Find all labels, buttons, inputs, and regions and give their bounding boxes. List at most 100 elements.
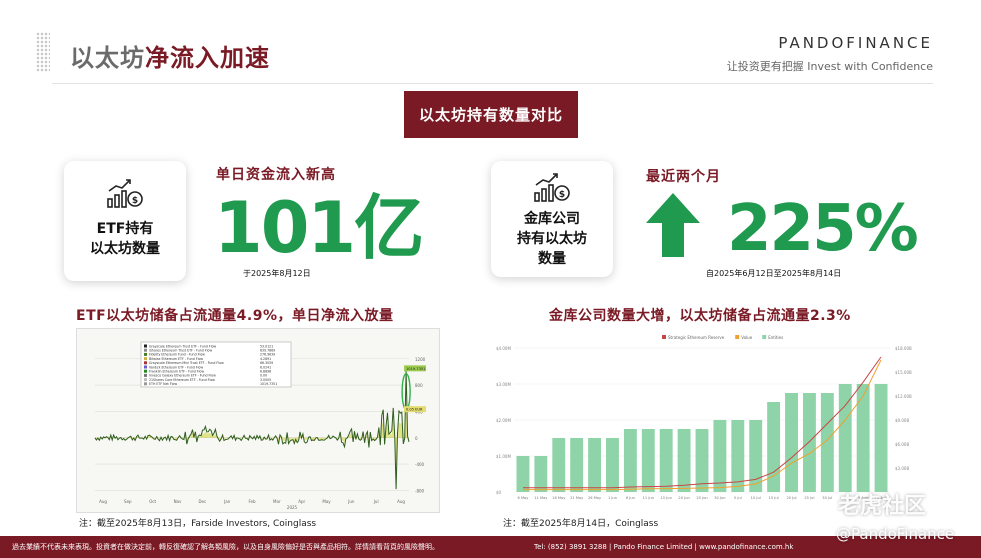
x-tick-label: 20 Jun (678, 496, 689, 500)
callout-label: 0.05 EUR (406, 408, 423, 412)
brand-logo: PANDOFINANCE (778, 34, 933, 52)
x-tick-label: 5 Jul (734, 496, 742, 500)
x-tick-label: Aug (397, 499, 405, 504)
section-banner: 以太坊持有数量对比 (404, 91, 578, 138)
legend-swatch (662, 335, 666, 339)
legend-swatch (144, 365, 147, 369)
entity-bar (623, 429, 637, 492)
treasury-holding-card: $ 金库公司 持有以太坊 数量 (491, 161, 613, 277)
x-tick-label: 1 Jun (608, 496, 617, 500)
x-tick-label: Feb (248, 499, 256, 504)
right-chart-title: 金库公司数量大增，以太坊储备占流通量2.3% (549, 308, 851, 324)
right-stat-label: 最近两个月 (646, 169, 721, 185)
y-left-tick-label: $4.00M (496, 346, 511, 351)
money-growth-icon: $ (107, 179, 143, 208)
entity-bar (820, 393, 834, 492)
watermark-text: 老虎社区 (838, 494, 927, 519)
left-source-note: 注：截至2025年8月13日，Farside Investors, Coingl… (79, 519, 317, 529)
page-title: 以太坊净流入加速 (70, 38, 270, 73)
entity-bar (570, 438, 584, 492)
treasury-chart: $4.00M $3.00M $2.00M $1.00M $0 $18.00B $15.00B… (494, 330, 916, 511)
x-tick-label: 6 Jun (626, 496, 635, 500)
x-tick-label: 21 May (570, 496, 584, 500)
legend-swatch (144, 348, 147, 352)
legend-swatch (144, 344, 147, 348)
x-tick-label: 15 Jul (769, 496, 779, 500)
brand-tagline: 让投资更有把握 Invest with Confidence (726, 60, 933, 73)
legend-swatch (144, 361, 147, 365)
right-stat-date: 自2025年6月12日至2025年8月14日 (706, 269, 842, 278)
svg-text:$: $ (559, 190, 565, 200)
y-left-tick-label: $3.00M (496, 382, 511, 387)
y-tick-label: 800 (415, 383, 423, 388)
x-tick-label: 26 May (588, 496, 602, 500)
right-source-note: 注：截至2025年8月14日，Coinglass (503, 519, 659, 529)
y-right-tick-label: $15.00B (895, 370, 912, 375)
entity-bar (606, 438, 619, 492)
y-right-tick-label: $3.00B (895, 466, 909, 471)
y-tick-label: -800 (415, 488, 425, 493)
entity-bar (588, 438, 602, 492)
legend-swatch (144, 357, 147, 361)
x-tick-label: 11 May (534, 496, 548, 500)
entity-bar (874, 384, 888, 492)
page-title-part1: 以太坊 (70, 44, 145, 72)
treasury-chart-svg: $4.00M $3.00M $2.00M $1.00M $0 $18.00B $15.00B… (494, 330, 916, 511)
etf-flow-chart: 12008004000-400-8001019.73510.05 EURAugS… (76, 328, 440, 513)
left-chart-title: ETF以太坊储备占流通量4.9%，单日净流入放量 (76, 308, 394, 324)
entity-bar (695, 429, 709, 492)
etf-holding-card: $ ETF持有 以太坊数量 (64, 161, 186, 281)
header-divider (52, 83, 933, 84)
legend-value: 1019.7351 (260, 382, 277, 386)
etf-flow-chart-svg: 12008004000-400-8001019.73510.05 EURAugS… (77, 329, 439, 512)
footer-contact: Tel: (852) 3891 3288 | Pando Finance Lim… (534, 543, 794, 551)
legend-label: Strategic Ethereum Reserve (668, 335, 725, 340)
x-tick-label: Aug (99, 499, 107, 504)
entity-bar (534, 456, 548, 492)
right-stat-value: 225% (727, 192, 919, 266)
x-tick-label: 30 Jul (822, 496, 832, 500)
legend-swatch (762, 335, 767, 339)
left-stat-value: 101亿 (214, 187, 424, 269)
svg-text:$: $ (132, 196, 138, 206)
y-left-tick-label: $1.00M (496, 454, 511, 459)
entity-bar (659, 429, 673, 492)
entity-bar (677, 429, 691, 492)
y-right-tick-label: $18.00B (895, 346, 912, 351)
etf-card-label: ETF持有 以太坊数量 (90, 221, 160, 257)
chart-legend: Grayscale Ethereum Trust ETF - Fund Flow… (140, 341, 292, 388)
x-tick-label: 6 May (518, 496, 530, 500)
up-arrow-icon (646, 193, 700, 257)
y-tick-label: -400 (415, 462, 425, 467)
footer-bar: 過去業績不代表未來表現。投資者在做決定前，轉反復確認了解各類風險，以及自身風險偏… (0, 536, 981, 558)
entity-bar (856, 384, 870, 492)
entity-bar (713, 420, 727, 492)
x-tick-label: Dec (198, 499, 206, 504)
y-tick-label: 1200 (415, 357, 426, 362)
left-stat-date: 于2025年8月12日 (243, 269, 311, 278)
x-tick-label: May (322, 499, 331, 504)
x-tick-label: Jan (223, 499, 231, 504)
legend-swatch (144, 369, 147, 373)
legend-label: Entities (768, 335, 783, 340)
legend-swatch (144, 382, 147, 386)
callout-label: 1019.7351 (406, 367, 425, 371)
entity-bar (749, 420, 763, 492)
watermark-handle: @PandoFinance (836, 525, 955, 543)
entity-bar (552, 438, 566, 492)
footer-disclaimer: 過去業績不代表未來表現。投資者在做決定前，轉反復確認了解各類風險，以及自身風險偏… (12, 543, 439, 551)
x-tick-label: Oct (149, 499, 156, 504)
treasury-card-label: 金库公司 持有以太坊 数量 (517, 211, 587, 267)
y-right-tick-label: $9.00B (895, 418, 909, 423)
x-tick-label: Mar (273, 499, 281, 504)
y-left-tick-label: $2.00M (496, 418, 511, 423)
entity-bar (641, 429, 655, 492)
money-growth-icon: $ (534, 173, 570, 202)
legend-swatch (144, 373, 147, 377)
entity-bar (516, 456, 530, 492)
x-tick-label: 10 Jul (751, 496, 761, 500)
x-tick-label: 11 Jun (643, 496, 654, 500)
x-tick-label: 30 Jun (714, 496, 725, 500)
page-title-part2: 净流入加速 (145, 44, 270, 72)
x-tick-label: Jun (347, 499, 355, 504)
